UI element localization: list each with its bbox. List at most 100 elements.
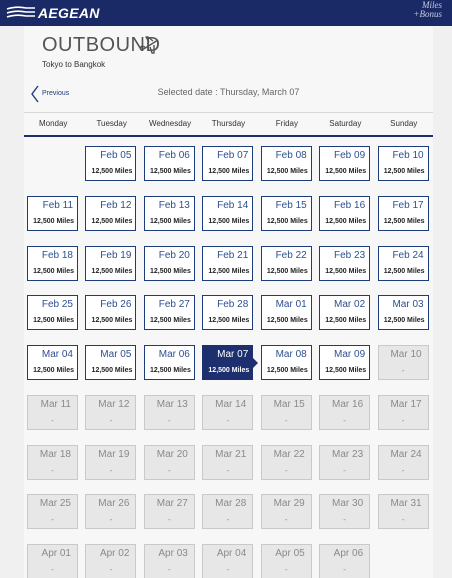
- calendar-day-cell: Mar 30 -: [319, 494, 371, 530]
- calendar-day-cell[interactable]: Mar 03 12,500 Miles: [377, 295, 429, 331]
- selected-date-text: Selected date : Thursday, March 07: [157, 87, 300, 97]
- calendar-day-cell[interactable]: Feb 24 12,500 Miles: [377, 245, 429, 281]
- calendar-day-cell[interactable]: Feb 13 12,500 Miles: [143, 195, 195, 231]
- day-date: Mar 18: [39, 448, 71, 460]
- calendar-day-cell[interactable]: Feb 08 12,500 Miles: [260, 146, 312, 181]
- calendar-day-cell[interactable]: Feb 16 12,500 Miles: [319, 195, 371, 231]
- day-date: Feb 13: [158, 199, 190, 211]
- day-miles: -: [284, 565, 288, 574]
- day-miles: 12,500 Miles: [33, 217, 74, 225]
- day-date: Mar 12: [98, 398, 130, 410]
- day-miles: 12,500 Miles: [208, 168, 250, 175]
- day-date: Feb 08: [275, 150, 307, 161]
- day-date: Apr 02: [99, 548, 130, 559]
- day-miles: 12,500 Miles: [325, 267, 367, 275]
- day-miles: -: [168, 515, 171, 525]
- day-date: Mar 15: [273, 398, 305, 410]
- day-miles: -: [284, 515, 288, 525]
- calendar-day-cell: Mar 15 -: [260, 394, 312, 430]
- day-date: Feb 26: [100, 299, 132, 311]
- day-date: Feb 09: [334, 150, 366, 161]
- day-date: Mar 24: [390, 448, 422, 460]
- calendar-day-cell[interactable]: Mar 08 12,500 Miles: [260, 345, 312, 380]
- calendar-day-cell[interactable]: Mar 01 12,500 Miles: [260, 295, 312, 331]
- calendar-day-cell[interactable]: Feb 26 12,500 Miles: [85, 295, 137, 331]
- day-date: Feb 12: [100, 199, 132, 211]
- day-date: Mar 30: [332, 498, 364, 510]
- day-date: Feb 14: [217, 199, 249, 211]
- day-miles: -: [51, 465, 54, 475]
- day-miles: -: [109, 465, 113, 475]
- calendar-day-cell: Mar 14 -: [202, 394, 254, 430]
- calendar-day-cell[interactable]: Feb 06 12,500 Miles: [143, 146, 195, 181]
- calendar-day-cell[interactable]: Feb 19 12,500 Miles: [85, 245, 137, 281]
- day-date: Feb 06: [158, 150, 190, 161]
- calendar-day-cell[interactable]: Mar 06 12,500 Miles: [143, 345, 195, 380]
- day-miles: 12,500 Miles: [266, 317, 308, 325]
- calendar-day-cell[interactable]: Feb 12 12,500 Miles: [85, 195, 137, 231]
- calendar-day-cell[interactable]: Feb 09 12,500 Miles: [319, 146, 371, 181]
- day-miles: 12,500 Miles: [149, 367, 191, 374]
- calendar-day-cell[interactable]: Feb 14 12,500 Miles: [202, 195, 254, 231]
- weekday-monday: Monday: [38, 119, 68, 128]
- calendar-day-cell[interactable]: Feb 11 12,500 Miles: [27, 195, 78, 231]
- chevron-left-icon: [31, 85, 39, 103]
- day-date: Mar 01: [275, 299, 307, 311]
- day-date: Mar 20: [156, 448, 188, 460]
- brand-name: AEGEAN: [38, 5, 100, 21]
- day-miles: 12,500 Miles: [266, 367, 308, 374]
- day-miles: 12,500 Miles: [383, 317, 425, 325]
- day-miles: -: [401, 515, 405, 525]
- calendar-day-cell[interactable]: Mar 09 12,500 Miles: [319, 345, 371, 380]
- calendar-day-cell: Apr 03 -: [143, 544, 195, 578]
- calendar-day-cell[interactable]: Feb 25 12,500 Miles: [27, 295, 78, 331]
- divider-bold: [24, 135, 433, 137]
- calendar-day-cell[interactable]: Feb 27 12,500 Miles: [143, 295, 195, 331]
- calendar-day-cell[interactable]: Feb 07 12,500 Miles: [202, 146, 254, 181]
- calendar-day-cell: Mar 17 -: [377, 394, 429, 430]
- day-miles: 12,500 Miles: [149, 267, 191, 275]
- day-date: Feb 27: [158, 299, 190, 311]
- day-miles: -: [284, 465, 288, 475]
- day-date: Feb 18: [41, 249, 73, 261]
- calendar-day-cell: Mar 12 -: [85, 394, 137, 430]
- calendar-day-cell[interactable]: Mar 02 12,500 Miles: [319, 295, 371, 331]
- day-date: Mar 14: [215, 398, 247, 410]
- day-miles: 12,500 Miles: [149, 317, 191, 325]
- day-miles: -: [168, 465, 171, 475]
- calendar-day-cell: Mar 16 -: [319, 394, 371, 430]
- calendar-day-cell[interactable]: Feb 10 12,500 Miles: [377, 146, 429, 181]
- calendar-day-cell[interactable]: Mar 05 12,500 Miles: [85, 345, 137, 380]
- calendar-day-cell: Apr 04 -: [202, 544, 254, 578]
- calendar-day-cell[interactable]: Feb 17 12,500 Miles: [377, 195, 429, 231]
- calendar-day-cell[interactable]: Mar 07 12,500 Miles: [202, 345, 259, 380]
- calendar-day-cell[interactable]: Feb 23 12,500 Miles: [319, 245, 371, 281]
- day-date: Mar 25: [39, 498, 71, 510]
- day-miles: 12,500 Miles: [266, 267, 308, 275]
- calendar-day-cell[interactable]: Mar 04 12,500 Miles: [27, 345, 78, 380]
- calendar-day-cell[interactable]: Feb 22 12,500 Miles: [260, 245, 312, 281]
- day-date: Mar 02: [334, 299, 366, 311]
- previous-button[interactable]: Previous: [30, 84, 80, 104]
- calendar-day-cell: Mar 24 -: [377, 444, 429, 480]
- day-miles: 12,500 Miles: [208, 217, 250, 225]
- day-miles: 12,500 Miles: [208, 267, 250, 275]
- day-date: Feb 10: [392, 150, 424, 161]
- day-date: Feb 07: [217, 150, 249, 161]
- day-date: Mar 09: [334, 349, 366, 360]
- calendar-day-cell[interactable]: Feb 18 12,500 Miles: [27, 245, 78, 281]
- weekday-tuesday: Tuesday: [96, 119, 127, 128]
- calendar-day-cell[interactable]: Feb 20 12,500 Miles: [143, 245, 195, 281]
- previous-label: Previous: [42, 90, 70, 97]
- calendar-day-cell[interactable]: Feb 15 12,500 Miles: [260, 195, 312, 231]
- day-date: Apr 04: [216, 548, 247, 559]
- day-date: Feb 17: [392, 199, 424, 211]
- calendar-day-cell[interactable]: Feb 05 12,500 Miles: [85, 146, 137, 181]
- day-miles: -: [343, 515, 346, 525]
- day-date: Feb 23: [334, 249, 366, 261]
- day-miles: -: [226, 465, 230, 475]
- day-date: Mar 08: [275, 349, 307, 360]
- plane-icon: [140, 36, 159, 54]
- calendar-day-cell[interactable]: Feb 21 12,500 Miles: [202, 245, 254, 281]
- calendar-day-cell[interactable]: Feb 28 12,500 Miles: [202, 295, 254, 331]
